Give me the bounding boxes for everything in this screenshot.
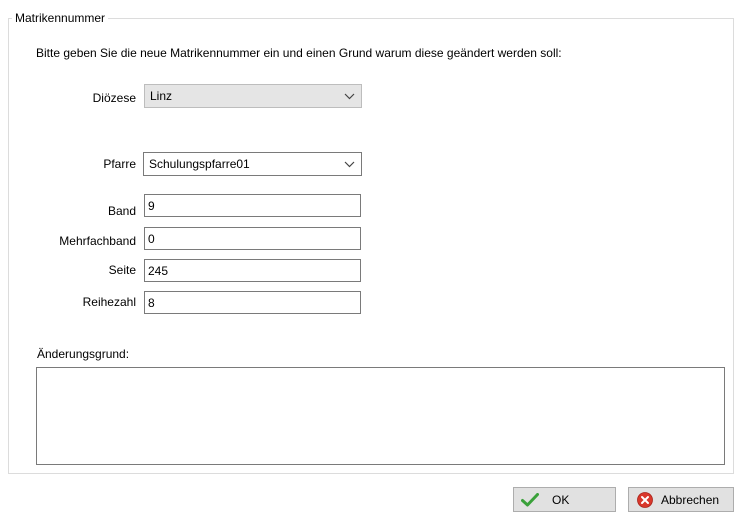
chevron-down-icon (343, 153, 355, 175)
ok-button-label: OK (552, 492, 570, 507)
mehrfachband-input[interactable] (144, 227, 361, 250)
cancel-icon (635, 491, 655, 509)
dioezese-combobox[interactable]: Linz (144, 84, 362, 108)
reihezahl-input[interactable] (144, 291, 361, 314)
checkmark-icon (520, 491, 540, 509)
aenderungsgrund-textarea[interactable] (36, 367, 725, 465)
band-input[interactable] (144, 194, 361, 217)
pfarre-label: Pfarre (103, 157, 136, 171)
ok-button[interactable]: OK (513, 487, 616, 512)
dioezese-label: Diözese (92, 91, 136, 105)
reihezahl-label: Reihezahl (82, 295, 136, 309)
groupbox-title: Matrikennummer (12, 10, 109, 26)
chevron-down-icon (343, 85, 355, 107)
matrikennummer-dialog: Matrikennummer Bitte geben Sie die neue … (0, 0, 742, 512)
dioezese-value: Linz (150, 89, 173, 103)
aenderungsgrund-label: Änderungsgrund: (37, 347, 130, 361)
band-label: Band (107, 204, 136, 218)
cancel-button-label: Abbrechen (661, 492, 720, 507)
pfarre-value: Schulungspfarre01 (149, 157, 250, 171)
cancel-button[interactable]: Abbrechen (628, 487, 734, 512)
seite-label: Seite (108, 263, 136, 277)
seite-input[interactable] (144, 259, 361, 282)
mehrfachband-label: Mehrfachband (59, 234, 136, 248)
pfarre-combobox[interactable]: Schulungspfarre01 (143, 152, 362, 176)
instruction-text: Bitte geben Sie die neue Matrikennummer … (36, 46, 562, 60)
